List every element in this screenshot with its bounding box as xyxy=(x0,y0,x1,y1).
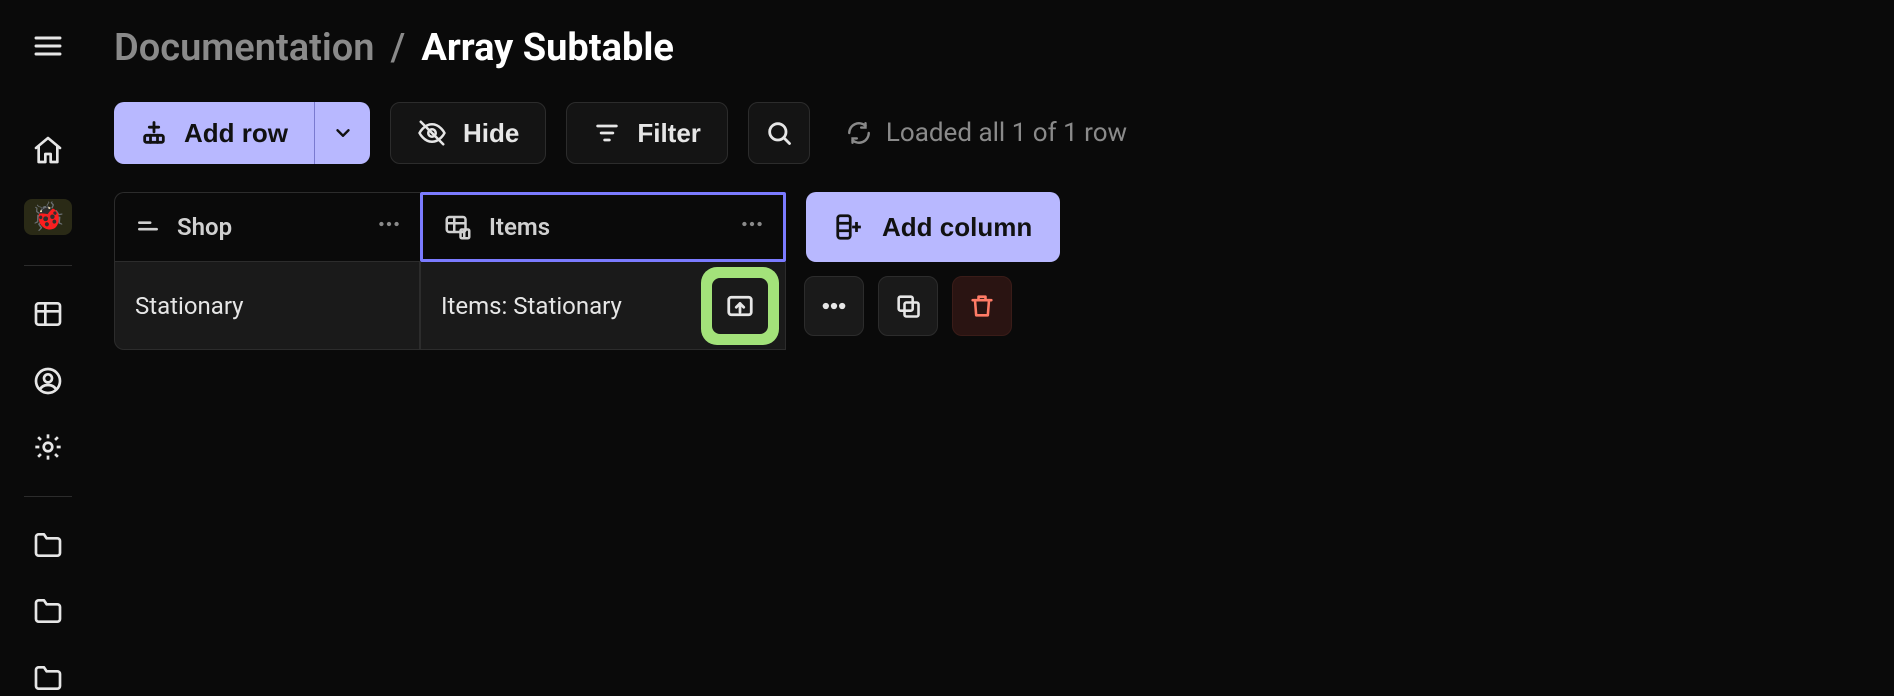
table-row: Stationary Items: Stationary xyxy=(114,262,1894,350)
search-icon xyxy=(765,119,793,147)
expand-subtable-button[interactable] xyxy=(712,278,768,334)
hide-label: Hide xyxy=(463,118,519,149)
column-header-items-label: Items xyxy=(489,213,550,241)
open-in-panel-icon xyxy=(725,291,755,321)
filter-button[interactable]: Filter xyxy=(566,102,728,164)
add-row-button[interactable]: Add row xyxy=(114,102,314,164)
row-menu-button[interactable] xyxy=(804,276,864,336)
subtable-column-icon xyxy=(443,212,473,242)
cell-shop-value: Stationary xyxy=(135,292,244,320)
tables-button[interactable] xyxy=(24,296,72,333)
main-content: Documentation / Array Subtable Add row H… xyxy=(96,0,1894,696)
delete-row-button[interactable] xyxy=(952,276,1012,336)
expand-highlight xyxy=(701,267,779,345)
dots-horizontal-icon xyxy=(739,211,765,237)
column-header-shop-label: Shop xyxy=(177,213,232,241)
chevron-down-icon xyxy=(332,122,354,144)
settings-button[interactable] xyxy=(24,429,72,466)
hamburger-icon xyxy=(32,30,64,62)
home-icon xyxy=(32,134,64,166)
breadcrumb: Documentation / Array Subtable xyxy=(114,26,1894,70)
trash-icon xyxy=(968,292,996,320)
sidebar-separator xyxy=(24,265,72,266)
eye-off-icon xyxy=(417,118,447,148)
table-header-row: Shop Items Add column xyxy=(114,192,1894,262)
hide-button[interactable]: Hide xyxy=(390,102,546,164)
table-icon xyxy=(32,298,64,330)
folder-button-3[interactable] xyxy=(24,660,72,696)
data-table: Shop Items Add column xyxy=(114,192,1894,350)
add-column-label: Add column xyxy=(882,212,1032,243)
row-actions xyxy=(804,262,1012,350)
folder-button-1[interactable] xyxy=(24,526,72,563)
user-circle-icon xyxy=(32,365,64,397)
cell-shop[interactable]: Stationary xyxy=(114,262,420,350)
text-column-icon xyxy=(135,214,161,240)
cell-items-value: Items: Stationary xyxy=(441,292,622,320)
duplicate-row-button[interactable] xyxy=(878,276,938,336)
column-header-shop[interactable]: Shop xyxy=(114,192,420,262)
menu-button[interactable] xyxy=(24,28,72,65)
add-column-button[interactable]: Add column xyxy=(806,192,1060,262)
column-menu-items[interactable] xyxy=(739,211,765,243)
search-button[interactable] xyxy=(748,102,810,164)
breadcrumb-separator: / xyxy=(391,26,406,70)
toolbar: Add row Hide Filter Loaded all 1 of 1 ro… xyxy=(114,102,1894,164)
sidebar-separator xyxy=(24,496,72,497)
home-button[interactable] xyxy=(24,132,72,169)
filter-label: Filter xyxy=(637,118,701,149)
gear-icon xyxy=(32,431,64,463)
dots-horizontal-icon xyxy=(820,292,848,320)
folder-icon xyxy=(32,662,64,694)
add-column-icon xyxy=(834,212,864,242)
folder-icon xyxy=(32,529,64,561)
page-title: Array Subtable xyxy=(421,26,674,70)
breadcrumb-root[interactable]: Documentation xyxy=(114,26,375,70)
column-header-items[interactable]: Items xyxy=(420,192,786,262)
folder-button-2[interactable] xyxy=(24,593,72,630)
project-ladybug-button[interactable]: 🐞 xyxy=(24,199,72,236)
dots-horizontal-icon xyxy=(376,211,402,237)
cell-items[interactable]: Items: Stationary xyxy=(420,262,786,350)
load-status: Loaded all 1 of 1 row xyxy=(846,118,1127,148)
filter-icon xyxy=(593,119,621,147)
duplicate-icon xyxy=(894,292,922,320)
refresh-icon xyxy=(846,120,872,146)
load-status-text: Loaded all 1 of 1 row xyxy=(886,118,1127,148)
ladybug-icon: 🐞 xyxy=(31,200,66,233)
column-menu-shop[interactable] xyxy=(376,211,402,243)
sidebar: 🐞 xyxy=(0,0,96,696)
add-row-icon xyxy=(140,119,168,147)
add-row-dropdown[interactable] xyxy=(314,102,370,164)
add-row-button-group: Add row xyxy=(114,102,370,164)
folder-icon xyxy=(32,595,64,627)
users-button[interactable] xyxy=(24,363,72,400)
add-row-label: Add row xyxy=(184,118,288,149)
